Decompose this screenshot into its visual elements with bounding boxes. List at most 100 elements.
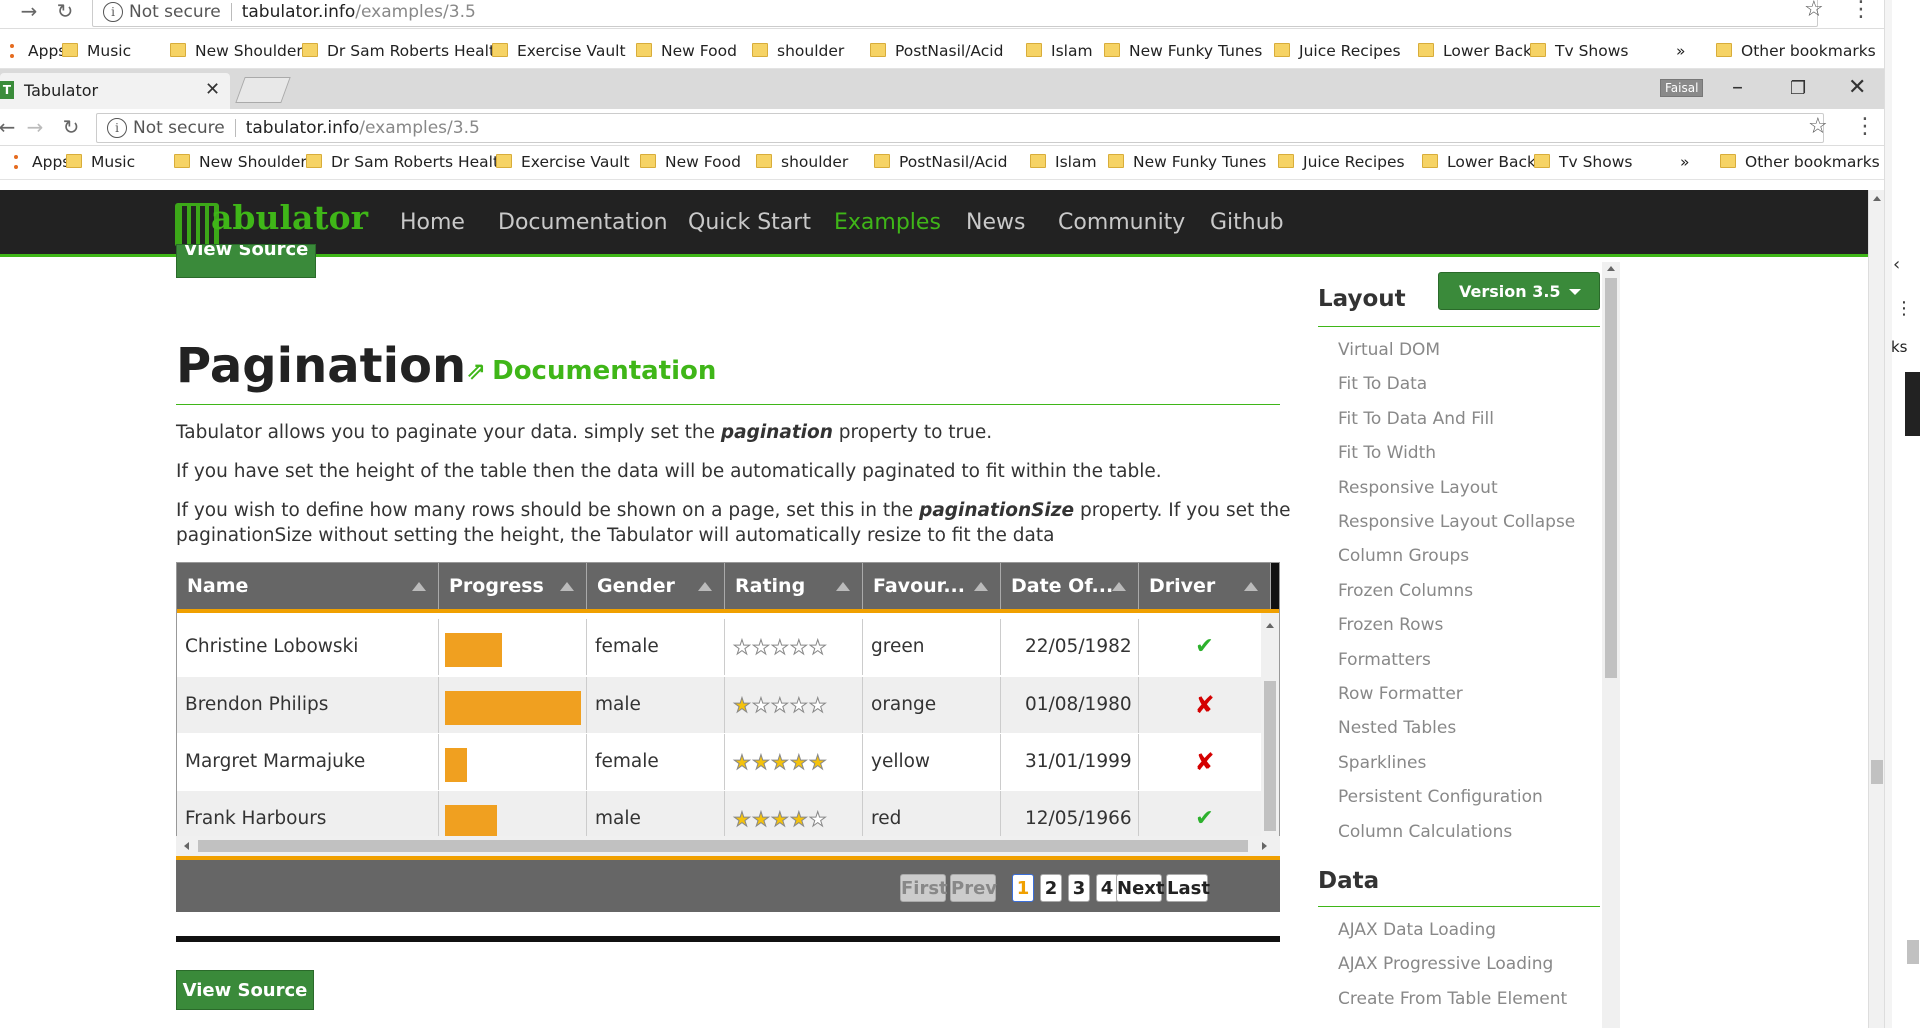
table-row[interactable]: Margret Marmajuke female ★★★★★ yellow 31/01/… <box>177 734 1261 790</box>
table-horizontal-scrollbar[interactable] <box>176 836 1280 856</box>
bookmark-islam[interactable]: Islam <box>1030 153 1097 171</box>
outer-url-field[interactable]: i Not secure tabulator.info/examples/3.5 <box>92 0 1818 27</box>
next-page-button[interactable]: Next <box>1116 874 1165 902</box>
profile-badge[interactable]: Faisal <box>1660 79 1704 97</box>
browser-menu-icon[interactable]: ⋮ <box>1850 0 1872 22</box>
url-field[interactable]: i Not secure tabulator.info/examples/3.5 <box>96 113 1824 143</box>
scroll-up-icon[interactable] <box>1607 266 1615 271</box>
sidebar-item-virtual-dom[interactable]: Virtual DOM <box>1338 340 1440 360</box>
last-page-button[interactable]: Last <box>1166 874 1210 902</box>
bookmark-postnasil-acid[interactable]: PostNasil/Acid <box>870 42 1003 60</box>
column-header-5[interactable]: Date Of... <box>1001 563 1139 609</box>
sidebar-item-fit-to-width[interactable]: Fit To Width <box>1338 443 1436 463</box>
nav-examples[interactable]: Examples <box>834 210 941 235</box>
sort-arrow-icon[interactable] <box>836 582 850 591</box>
bookmarks-overflow-icon[interactable]: » <box>1676 42 1685 60</box>
bookmark-postnasil-acid[interactable]: PostNasil/Acid <box>874 153 1007 171</box>
nav-quick-start[interactable]: Quick Start <box>688 210 811 235</box>
sidebar-item-frozen-rows[interactable]: Frozen Rows <box>1338 615 1443 635</box>
minimize-icon[interactable]: – <box>1732 75 1743 100</box>
bookmark-new-funky-tunes[interactable]: New Funky Tunes <box>1108 153 1266 171</box>
cell-name[interactable]: Margret Marmajuke <box>177 734 439 790</box>
bookmarks-overflow-icon[interactable]: » <box>1680 153 1689 171</box>
bookmark-shoulder[interactable]: shoulder <box>756 153 848 171</box>
sidebar-item-row-formatter[interactable]: Row Formatter <box>1338 684 1463 704</box>
bookmark-new-food[interactable]: New Food <box>640 153 741 171</box>
cell-date-of-birth[interactable]: 31/01/1999 <box>1001 734 1139 790</box>
sort-arrow-icon[interactable] <box>1112 582 1126 591</box>
back-icon[interactable]: ← <box>0 114 20 140</box>
cell-rating[interactable]: ★★★★★ <box>725 677 863 733</box>
new-tab-button[interactable] <box>235 77 291 103</box>
bookmark-star-icon[interactable]: ☆ <box>1804 0 1824 22</box>
cell-date-of-birth[interactable]: 22/05/1982 <box>1001 619 1139 675</box>
column-header-4[interactable]: Favour... <box>863 563 1001 609</box>
page-button-1[interactable]: 1 <box>1012 874 1034 902</box>
bookmark-lower-back[interactable]: Lower Back <box>1418 42 1532 60</box>
table-row[interactable]: Christine Lobowski female ★★★★★ green 22/05/… <box>177 619 1261 675</box>
cell-driver[interactable]: ✘ <box>1139 734 1261 790</box>
sidebar-item-responsive-layout[interactable]: Responsive Layout <box>1338 478 1498 498</box>
column-header-1[interactable]: Progress <box>439 563 587 609</box>
sidebar-item-ajax-data-loading[interactable]: AJAX Data Loading <box>1338 920 1496 940</box>
page-scrollbar[interactable] <box>1868 190 1885 1028</box>
bookmark-juice-recipes[interactable]: Juice Recipes <box>1274 42 1401 60</box>
sort-arrow-icon[interactable] <box>560 582 574 591</box>
scroll-right-icon[interactable] <box>1262 842 1267 850</box>
sidebar-item-sparklines[interactable]: Sparklines <box>1338 753 1426 773</box>
forward-icon[interactable]: → <box>22 114 48 140</box>
bookmark-music[interactable]: Music <box>62 42 131 60</box>
cell-gender[interactable]: female <box>587 734 725 790</box>
sort-arrow-icon[interactable] <box>412 582 426 591</box>
sidebar-item-persistent-configuration[interactable]: Persistent Configuration <box>1338 787 1543 807</box>
bookmark-tv-shows[interactable]: Tv Shows <box>1530 42 1628 60</box>
cell-gender[interactable]: female <box>587 619 725 675</box>
bookmark-new-food[interactable]: New Food <box>636 42 737 60</box>
bookmark-shoulder[interactable]: shoulder <box>752 42 844 60</box>
sidebar-item-frozen-columns[interactable]: Frozen Columns <box>1338 581 1473 601</box>
bookmark-dr-sam-roberts-healt[interactable]: Dr Sam Roberts Healt <box>302 42 495 60</box>
version-dropdown[interactable]: Version 3.5 <box>1438 272 1600 310</box>
tab-close-icon[interactable]: ✕ <box>205 79 220 100</box>
chevron-left-icon[interactable]: ‹ <box>1893 254 1900 275</box>
documentation-link[interactable]: ⇗ Documentation <box>466 356 716 386</box>
bookmark-new-shoulder[interactable]: New Shoulder <box>170 42 303 60</box>
view-source-button-top[interactable]: View Source <box>176 244 316 278</box>
window-close-icon[interactable]: ✕ <box>1848 75 1866 100</box>
view-source-button[interactable]: View Source <box>176 970 314 1010</box>
cell-rating[interactable]: ★★★★★ <box>725 734 863 790</box>
scroll-left-icon[interactable] <box>184 842 189 850</box>
sidebar-item-fit-to-data-and-fill[interactable]: Fit To Data And Fill <box>1338 409 1494 429</box>
column-header-6[interactable]: Driver <box>1139 563 1271 609</box>
menu-dots-icon[interactable]: ⋮ <box>1895 298 1913 319</box>
other-bookmarks[interactable]: Other bookmarks <box>1716 42 1876 60</box>
page-button-2[interactable]: 2 <box>1040 874 1062 902</box>
cell-favourite-colour[interactable]: orange <box>863 677 1001 733</box>
column-header-2[interactable]: Gender <box>587 563 725 609</box>
sidebar-item-responsive-layout-collapse[interactable]: Responsive Layout Collapse <box>1338 512 1575 532</box>
cell-name[interactable]: Brendon Philips <box>177 677 439 733</box>
bookmark-juice-recipes[interactable]: Juice Recipes <box>1278 153 1405 171</box>
table-row[interactable]: Brendon Philips male ★★★★★ orange 01/08/1980… <box>177 677 1261 733</box>
cell-driver[interactable]: ✘ <box>1139 677 1261 733</box>
bookmark-new-funky-tunes[interactable]: New Funky Tunes <box>1104 42 1262 60</box>
page-button-4[interactable]: 4 <box>1096 874 1118 902</box>
cell-rating[interactable]: ★★★★★ <box>725 619 863 675</box>
column-header-3[interactable]: Rating <box>725 563 863 609</box>
cell-favourite-colour[interactable]: green <box>863 619 1001 675</box>
bookmark-star-icon[interactable]: ☆ <box>1808 114 1828 139</box>
page-button-3[interactable]: 3 <box>1068 874 1090 902</box>
nav-github[interactable]: Github <box>1210 210 1284 235</box>
bookmark-tv-shows[interactable]: Tv Shows <box>1534 153 1632 171</box>
browser-menu-icon[interactable]: ⋮ <box>1854 114 1876 139</box>
scroll-up-icon[interactable] <box>1873 196 1881 201</box>
cell-favourite-colour[interactable]: yellow <box>863 734 1001 790</box>
first-page-button[interactable]: First <box>900 874 948 902</box>
sidebar-item-column-groups[interactable]: Column Groups <box>1338 546 1469 566</box>
sidebar-scrollbar[interactable] <box>1602 262 1620 1028</box>
info-icon[interactable]: i <box>103 2 123 22</box>
bookmark-new-shoulder[interactable]: New Shoulder <box>174 153 307 171</box>
bookmark-islam[interactable]: Islam <box>1026 42 1093 60</box>
sort-arrow-icon[interactable] <box>974 582 988 591</box>
sidebar-item-create-from-table-element[interactable]: Create From Table Element <box>1338 989 1567 1009</box>
